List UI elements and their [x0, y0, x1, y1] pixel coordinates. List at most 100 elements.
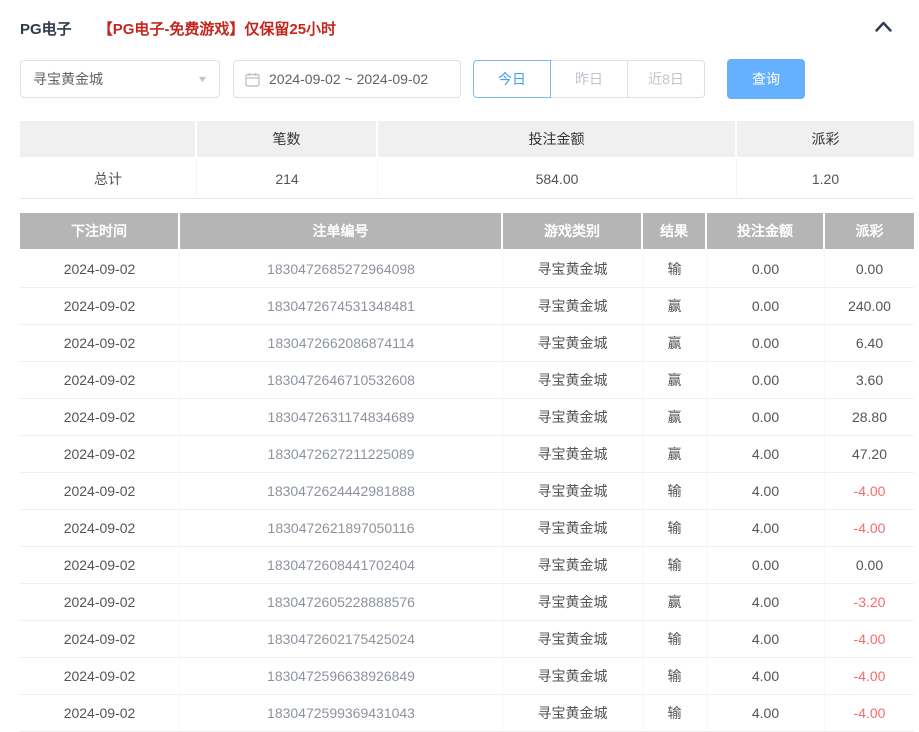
quick-date-button-group: 今日 昨日 近8日 — [473, 60, 705, 98]
table-row: 2024-09-021830472624442981888寻宝黄金城输4.00-… — [20, 473, 914, 510]
summary-total-label: 总计 — [20, 159, 197, 199]
result-cell: 赢 — [643, 288, 707, 325]
result-cell: 输 — [643, 658, 707, 695]
result-cell: 输 — [643, 473, 707, 510]
payout-cell: 0.00 — [825, 251, 914, 288]
bet-time-cell: 2024-09-02 — [20, 584, 180, 621]
bet-amount-cell: 0.00 — [707, 288, 825, 325]
result-cell: 赢 — [643, 584, 707, 621]
table-row: 2024-09-021830472621897050116寻宝黄金城输4.00-… — [20, 510, 914, 547]
payout-cell: -4.00 — [825, 658, 914, 695]
order-id-cell: 1830472631174834689 — [180, 399, 503, 436]
bet-time-cell: 2024-09-02 — [20, 436, 180, 473]
bet-amount-cell: 4.00 — [707, 436, 825, 473]
game-type-cell: 寻宝黄金城 — [503, 362, 643, 399]
records-header-row: 下注时间 注单编号 游戏类别 结果 投注金额 派彩 — [20, 213, 914, 251]
quick-button-last8days[interactable]: 近8日 — [627, 60, 705, 98]
table-row: 2024-09-021830472646710532608寻宝黄金城赢0.003… — [20, 362, 914, 399]
table-row: 2024-09-021830472596638926849寻宝黄金城输4.00-… — [20, 658, 914, 695]
search-button[interactable]: 查询 — [727, 59, 805, 99]
result-cell: 输 — [643, 547, 707, 584]
bet-time-cell: 2024-09-02 — [20, 547, 180, 584]
bet-time-cell: 2024-09-02 — [20, 695, 180, 732]
order-id-cell: 1830472605228888576 — [180, 584, 503, 621]
summary-header-bet-amount: 投注金额 — [378, 121, 737, 159]
bet-amount-cell: 4.00 — [707, 695, 825, 732]
payout-cell: -4.00 — [825, 695, 914, 732]
result-cell: 赢 — [643, 436, 707, 473]
result-cell: 赢 — [643, 362, 707, 399]
payout-cell: -4.00 — [825, 510, 914, 547]
table-row: 2024-09-021830472602175425024寻宝黄金城输4.00-… — [20, 621, 914, 658]
table-row: 2024-09-021830472627211225089寻宝黄金城赢4.004… — [20, 436, 914, 473]
order-id-cell: 1830472685272964098 — [180, 251, 503, 288]
bet-time-cell: 2024-09-02 — [20, 362, 180, 399]
bet-amount-cell: 0.00 — [707, 547, 825, 584]
result-cell: 输 — [643, 510, 707, 547]
records-header-game-type: 游戏类别 — [503, 213, 643, 251]
order-id-cell: 1830472662086874114 — [180, 325, 503, 362]
table-row: 2024-09-021830472662086874114寻宝黄金城赢0.006… — [20, 325, 914, 362]
game-type-cell: 寻宝黄金城 — [503, 584, 643, 621]
game-type-cell: 寻宝黄金城 — [503, 436, 643, 473]
bet-time-cell: 2024-09-02 — [20, 288, 180, 325]
collapse-button[interactable] — [874, 20, 893, 38]
game-type-cell: 寻宝黄金城 — [503, 658, 643, 695]
bet-amount-cell: 0.00 — [707, 325, 825, 362]
order-id-cell: 1830472602175425024 — [180, 621, 503, 658]
game-type-cell: 寻宝黄金城 — [503, 288, 643, 325]
payout-cell: -4.00 — [825, 473, 914, 510]
bet-amount-cell: 0.00 — [707, 399, 825, 436]
game-type-cell: 寻宝黄金城 — [503, 473, 643, 510]
quick-button-yesterday[interactable]: 昨日 — [550, 60, 628, 98]
bet-time-cell: 2024-09-02 — [20, 621, 180, 658]
bet-time-cell: 2024-09-02 — [20, 658, 180, 695]
game-type-cell: 寻宝黄金城 — [503, 325, 643, 362]
filter-bar: 寻宝黄金城 ▼ 2024-09-02 ~ 2024-09-02 今日 昨日 近8… — [20, 59, 899, 99]
date-range-value: 2024-09-02 ~ 2024-09-02 — [269, 71, 428, 87]
bet-amount-cell: 0.00 — [707, 251, 825, 288]
game-select[interactable]: 寻宝黄金城 ▼ — [20, 60, 220, 98]
records-header-bet-amount: 投注金额 — [707, 213, 825, 251]
order-id-cell: 1830472624442981888 — [180, 473, 503, 510]
summary-total-payout: 1.20 — [737, 159, 914, 199]
bet-amount-cell: 4.00 — [707, 510, 825, 547]
summary-header-count: 笔数 — [197, 121, 378, 159]
result-cell: 输 — [643, 695, 707, 732]
bet-amount-cell: 4.00 — [707, 473, 825, 510]
bet-amount-cell: 0.00 — [707, 362, 825, 399]
game-type-cell: 寻宝黄金城 — [503, 621, 643, 658]
date-range-input[interactable]: 2024-09-02 ~ 2024-09-02 — [233, 60, 461, 98]
order-id-cell: 1830472608441702404 — [180, 547, 503, 584]
table-row: 2024-09-021830472685272964098寻宝黄金城输0.000… — [20, 251, 914, 288]
panel-header: PG电子 【PG电子-免费游戏】仅保留25小时 — [0, 0, 919, 39]
payout-cell: -3.20 — [825, 584, 914, 621]
bet-time-cell: 2024-09-02 — [20, 510, 180, 547]
game-type-cell: 寻宝黄金城 — [503, 695, 643, 732]
records-header-payout: 派彩 — [825, 213, 914, 251]
bet-time-cell: 2024-09-02 — [20, 325, 180, 362]
summary-header-row: 笔数 投注金额 派彩 — [20, 121, 914, 159]
game-type-cell: 寻宝黄金城 — [503, 547, 643, 584]
bet-amount-cell: 4.00 — [707, 658, 825, 695]
result-cell: 输 — [643, 621, 707, 658]
caret-down-icon: ▼ — [196, 74, 208, 84]
payout-cell: 3.60 — [825, 362, 914, 399]
table-row: 2024-09-021830472674531348481寻宝黄金城赢0.002… — [20, 288, 914, 325]
table-row: 2024-09-021830472608441702404寻宝黄金城输0.000… — [20, 547, 914, 584]
table-row: 2024-09-021830472631174834689寻宝黄金城赢0.002… — [20, 399, 914, 436]
calendar-icon — [245, 72, 260, 87]
records-table: 下注时间 注单编号 游戏类别 结果 投注金额 派彩 2024-09-021830… — [20, 213, 914, 732]
bet-amount-cell: 4.00 — [707, 621, 825, 658]
panel-notice: 【PG电子-免费游戏】仅保留25小时 — [98, 18, 336, 39]
bet-time-cell: 2024-09-02 — [20, 251, 180, 288]
payout-cell: 6.40 — [825, 325, 914, 362]
order-id-cell: 1830472599369431043 — [180, 695, 503, 732]
result-cell: 赢 — [643, 325, 707, 362]
game-type-cell: 寻宝黄金城 — [503, 399, 643, 436]
summary-total-count: 214 — [197, 159, 378, 199]
result-cell: 赢 — [643, 399, 707, 436]
game-type-cell: 寻宝黄金城 — [503, 251, 643, 288]
summary-header-payout: 派彩 — [737, 121, 914, 159]
quick-button-today[interactable]: 今日 — [473, 60, 551, 98]
